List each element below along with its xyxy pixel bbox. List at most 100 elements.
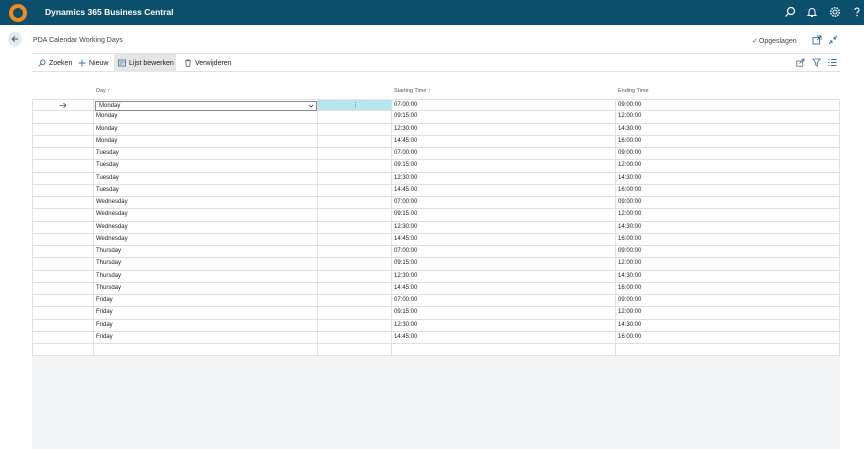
table-row[interactable]: Tuesday 12:30:00 14:30:00 [32, 172, 840, 185]
starting-time-cell[interactable]: 09:15:00 [392, 258, 616, 270]
row-actions-cell[interactable] [318, 184, 392, 196]
day-cell[interactable]: Wednesday [94, 209, 318, 221]
help-icon[interactable] [851, 6, 863, 18]
more-options-icon[interactable]: ⋮ [352, 100, 359, 111]
table-row[interactable]: Monday 12:30:00 14:30:00 [32, 123, 840, 136]
ending-time-cell[interactable] [616, 344, 839, 355]
ending-time-cell[interactable]: 12:00:00 [616, 160, 839, 171]
starting-time-cell[interactable]: 14:45:00 [392, 233, 616, 245]
table-row[interactable]: Thursday 07:00:00 09:00:00 [32, 246, 840, 259]
table-row[interactable]: Wednesday 12:30:00 14:30:00 [32, 221, 840, 234]
day-cell[interactable]: Tuesday [94, 172, 318, 184]
table-row[interactable]: Tuesday 09:15:00 12:00:00 [32, 160, 840, 173]
row-actions-cell[interactable] [318, 282, 392, 294]
starting-time-cell[interactable]: 09:15:00 [392, 111, 616, 123]
day-cell[interactable]: Friday [94, 319, 318, 331]
day-select[interactable]: Monday [95, 100, 317, 111]
row-selector[interactable] [33, 221, 94, 233]
row-selector[interactable] [33, 148, 94, 160]
day-cell[interactable]: Wednesday [94, 221, 318, 233]
table-row[interactable]: Thursday 09:15:00 12:00:00 [32, 258, 840, 271]
starting-time-cell[interactable]: 07:00:00 [392, 100, 616, 111]
starting-time-cell[interactable]: 07:00:00 [392, 246, 616, 258]
starting-time-cell[interactable]: 09:15:00 [392, 209, 616, 221]
ending-time-cell[interactable]: 09:00:00 [616, 148, 839, 159]
table-row[interactable]: Monday 14:45:00 16:00:00 [32, 135, 840, 148]
column-header-starting-time[interactable]: Starting Time ↑ [394, 88, 431, 94]
day-cell[interactable]: Wednesday [94, 197, 318, 209]
row-actions-cell[interactable] [318, 148, 392, 160]
row-actions-cell[interactable] [318, 246, 392, 258]
day-cell[interactable]: Friday [94, 307, 318, 319]
table-row[interactable]: Friday 09:15:00 12:00:00 [32, 307, 840, 320]
ending-time-cell[interactable]: 12:00:00 [616, 209, 839, 220]
row-selector[interactable] [33, 197, 94, 209]
row-actions-cell[interactable]: ⋮ [318, 100, 392, 111]
ending-time-cell[interactable]: 14:30:00 [616, 173, 839, 184]
table-row[interactable]: Friday 12:30:00 14:30:00 [32, 319, 840, 332]
day-cell[interactable]: Friday [94, 331, 318, 343]
back-button[interactable] [8, 32, 22, 46]
row-actions-cell[interactable] [318, 123, 392, 135]
app-title[interactable]: Dynamics 365 Business Central [45, 7, 174, 17]
row-selector[interactable] [33, 160, 94, 172]
ending-time-cell[interactable]: 09:00:00 [616, 100, 839, 110]
row-selector[interactable] [33, 100, 94, 111]
row-actions-cell[interactable] [318, 331, 392, 343]
starting-time-cell[interactable]: 07:00:00 [392, 148, 616, 160]
row-selector[interactable] [33, 172, 94, 184]
table-row[interactable]: Monday 09:15:00 12:00:00 [32, 111, 840, 124]
row-actions-cell[interactable] [318, 295, 392, 307]
day-cell[interactable]: Tuesday [94, 184, 318, 196]
list-view-icon[interactable] [828, 58, 837, 67]
day-cell[interactable]: Monday [94, 135, 318, 147]
day-cell[interactable]: Monday [94, 111, 318, 123]
row-selector[interactable] [33, 307, 94, 319]
row-selector[interactable] [33, 270, 94, 282]
column-header-day[interactable]: Day ↑ [96, 88, 110, 94]
starting-time-cell[interactable]: 14:45:00 [392, 135, 616, 147]
starting-time-cell[interactable]: 12:30:00 [392, 172, 616, 184]
row-selector[interactable] [33, 331, 94, 343]
delete-button[interactable]: Verwijderen [180, 54, 236, 72]
filter-icon[interactable] [812, 58, 821, 67]
ending-time-cell[interactable]: 16:00:00 [616, 332, 839, 343]
ending-time-cell[interactable]: 16:00:00 [616, 283, 839, 294]
row-actions-cell[interactable] [318, 160, 392, 172]
ending-time-cell[interactable]: 16:00:00 [616, 234, 839, 245]
table-row[interactable]: Friday 07:00:00 09:00:00 [32, 295, 840, 308]
row-selector[interactable] [33, 111, 94, 123]
row-selector[interactable] [33, 319, 94, 331]
app-logo-icon[interactable] [9, 4, 27, 22]
ending-time-cell[interactable]: 14:30:00 [616, 271, 839, 282]
row-selector[interactable] [33, 295, 94, 307]
row-selector[interactable] [33, 246, 94, 258]
row-actions-cell[interactable] [318, 172, 392, 184]
row-actions-cell[interactable] [318, 344, 392, 356]
edit-list-button[interactable]: Lijst bewerken [114, 54, 176, 72]
day-cell[interactable]: Friday [94, 295, 318, 307]
search-button[interactable]: Zoeken [34, 54, 76, 72]
ending-time-cell[interactable]: 09:00:00 [616, 246, 839, 257]
bell-icon[interactable] [806, 6, 818, 18]
row-actions-cell[interactable] [318, 270, 392, 282]
starting-time-cell[interactable]: 12:30:00 [392, 123, 616, 135]
ending-time-cell[interactable]: 14:30:00 [616, 320, 839, 331]
day-cell[interactable]: Wednesday [94, 233, 318, 245]
day-cell[interactable]: Thursday [94, 270, 318, 282]
row-actions-cell[interactable] [318, 221, 392, 233]
row-selector[interactable] [33, 209, 94, 221]
ending-time-cell[interactable]: 09:00:00 [616, 295, 839, 306]
table-row[interactable]: Thursday 12:30:00 14:30:00 [32, 270, 840, 283]
gear-icon[interactable] [829, 6, 841, 18]
ending-time-cell[interactable]: 14:30:00 [616, 222, 839, 233]
ending-time-cell[interactable]: 09:00:00 [616, 197, 839, 208]
row-actions-cell[interactable] [318, 135, 392, 147]
row-selector[interactable] [33, 184, 94, 196]
row-actions-cell[interactable] [318, 233, 392, 245]
starting-time-cell[interactable]: 07:00:00 [392, 295, 616, 307]
starting-time-cell[interactable]: 09:15:00 [392, 307, 616, 319]
ending-time-cell[interactable]: 14:30:00 [616, 124, 839, 135]
day-cell[interactable]: Thursday [94, 282, 318, 294]
ending-time-cell[interactable]: 16:00:00 [616, 185, 839, 196]
